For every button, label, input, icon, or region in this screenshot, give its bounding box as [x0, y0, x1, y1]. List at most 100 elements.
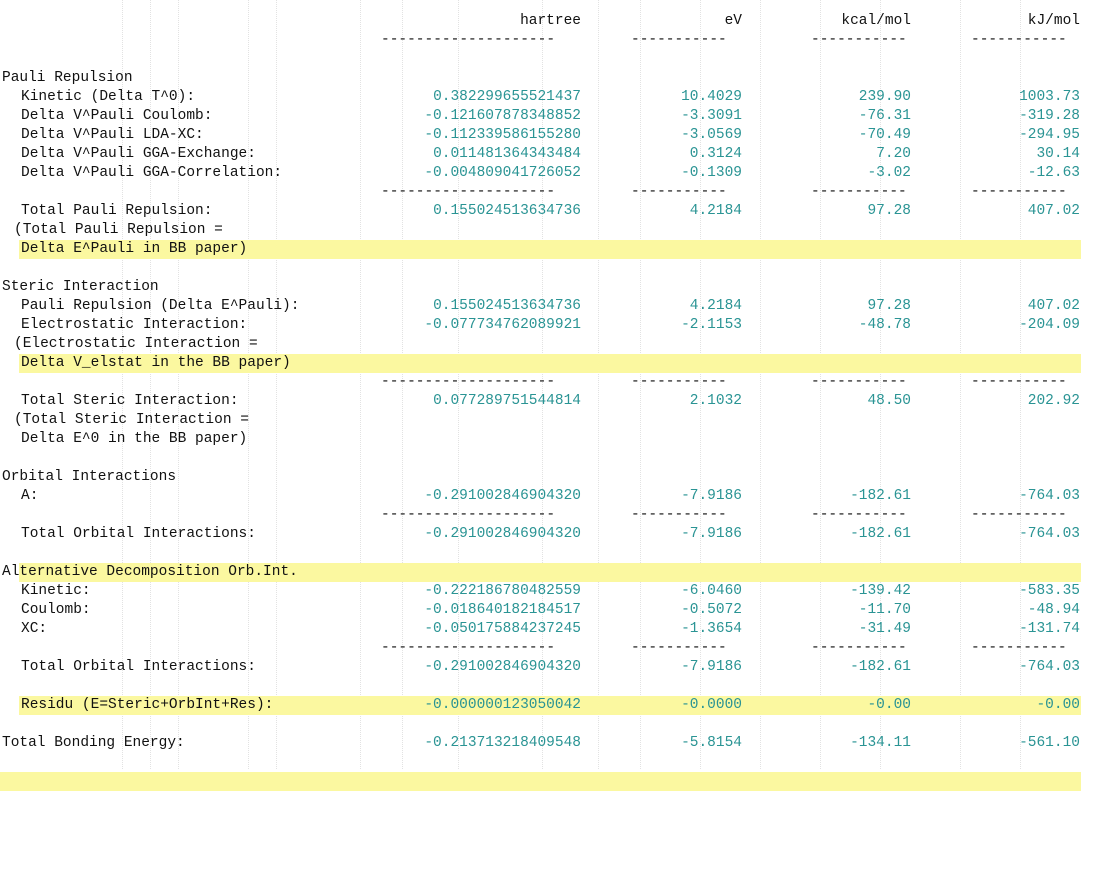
value-ev: -5.8154	[681, 735, 742, 751]
value-ev: 10.4029	[681, 89, 742, 105]
row-label: Coulomb:	[21, 602, 91, 618]
alt-row: Kinetic: -0.222186780482559 -6.0460 -139…	[0, 582, 1099, 601]
separator-row: -------------------- ----------- -------…	[381, 507, 1067, 523]
value-kj: -583.35	[1019, 583, 1080, 599]
value-kj: 1003.73	[1019, 89, 1080, 105]
value-hartree: -0.291002846904320	[424, 659, 581, 675]
row-label: Total Orbital Interactions:	[21, 526, 256, 542]
value-hartree: -0.112339586155280	[424, 127, 581, 143]
units-header-row: hartree eV kcal/mol kJ/mol	[0, 12, 1099, 31]
value-ev: 4.2184	[689, 298, 742, 314]
separator-row: -------------------- ----------- -------…	[381, 374, 1067, 390]
header-separator: -------------------- ----------- -------…	[0, 31, 1099, 50]
note-row: Delta V_elstat in the BB paper)	[21, 355, 291, 371]
value-hartree: -0.222186780482559	[424, 583, 581, 599]
value-ev: -0.5072	[681, 602, 742, 618]
value-ev: -2.1153	[681, 317, 742, 333]
value-kj: -319.28	[1019, 108, 1080, 124]
value-ev: -7.9186	[681, 526, 742, 542]
value-kcal: -182.61	[850, 659, 911, 675]
row-label: Delta V^Pauli GGA-Correlation:	[21, 165, 283, 181]
pauli-row: Delta V^Pauli LDA-XC: -0.112339586155280…	[0, 126, 1099, 145]
value-ev: -6.0460	[681, 583, 742, 599]
note-row: (Total Steric Interaction =	[14, 412, 249, 428]
row-label: Delta V^Pauli Coulomb:	[21, 108, 213, 124]
alt-row: XC: -0.050175884237245 -1.3654 -31.49 -1…	[0, 620, 1099, 639]
row-label: Total Steric Interaction:	[21, 393, 239, 409]
orbital-a-row: A: -0.291002846904320 -7.9186 -182.61 -7…	[0, 487, 1099, 506]
value-kcal: -139.42	[850, 583, 911, 599]
dash-kcal: -----------	[811, 32, 907, 48]
pauli-row: Delta V^Pauli Coulomb: -0.12160787834885…	[0, 107, 1099, 126]
value-hartree: 0.382299655521437	[433, 89, 581, 105]
value-hartree: -0.000000123050042	[424, 697, 581, 713]
value-hartree: -0.213713218409548	[424, 735, 581, 751]
row-label: Total Bonding Energy:	[2, 735, 185, 751]
pauli-row: Delta V^Pauli GGA-Correlation: -0.004809…	[0, 164, 1099, 183]
value-kj: 407.02	[1027, 298, 1080, 314]
header-kcal: kcal/mol	[841, 13, 911, 29]
value-kj: -48.94	[1027, 602, 1080, 618]
row-label: Delta V^Pauli LDA-XC:	[21, 127, 204, 143]
value-kcal: 97.28	[867, 203, 911, 219]
value-kj: -764.03	[1019, 659, 1080, 675]
value-ev: -7.9186	[681, 659, 742, 675]
alt-row: Coulomb: -0.018640182184517 -0.5072 -11.…	[0, 601, 1099, 620]
value-kj: 202.92	[1027, 393, 1080, 409]
value-ev: -3.3091	[681, 108, 742, 124]
header-hartree: hartree	[520, 13, 581, 29]
value-kj: 30.14	[1036, 146, 1080, 162]
section-title-orbital: Orbital Interactions	[2, 469, 177, 485]
total-bonding-energy-row: Total Bonding Energy: -0.213713218409548…	[0, 734, 1099, 791]
dash-hartree: --------------------	[381, 32, 556, 48]
note-row: (Electrostatic Interaction =	[14, 336, 258, 352]
value-kcal: 239.90	[858, 89, 911, 105]
pauli-row: Delta V^Pauli GGA-Exchange: 0.0114813643…	[0, 145, 1099, 164]
highlight-bar	[0, 772, 1081, 791]
value-hartree: -0.121607878348852	[424, 108, 581, 124]
value-kj: -12.63	[1027, 165, 1080, 181]
value-kj: -764.03	[1019, 526, 1080, 542]
value-kj: -561.10	[1019, 735, 1080, 751]
residu-row: Residu (E=Steric+OrbInt+Res): -0.0000001…	[0, 696, 1099, 715]
header-ev: eV	[724, 13, 742, 29]
dash-ev: -----------	[631, 32, 727, 48]
value-kcal: -0.00	[867, 697, 911, 713]
total-pauli-row: Total Pauli Repulsion: 0.155024513634736…	[0, 202, 1099, 259]
value-kj: -131.74	[1019, 621, 1080, 637]
value-hartree: 0.011481364343484	[433, 146, 581, 162]
note-row: Delta E^0 in the BB paper)	[21, 431, 248, 447]
value-kcal: -31.49	[858, 621, 911, 637]
value-hartree: -0.291002846904320	[424, 526, 581, 542]
total-orbital-row: Total Orbital Interactions: -0.291002846…	[0, 525, 1099, 582]
value-kcal: -182.61	[850, 526, 911, 542]
pauli-row: Kinetic (Delta T^0): 0.382299655521437 1…	[0, 88, 1099, 107]
row-label: Pauli Repulsion (Delta E^Pauli):	[21, 298, 300, 314]
row-label: Kinetic (Delta T^0):	[21, 89, 196, 105]
section-title-pauli: Pauli Repulsion	[2, 70, 133, 86]
electrostatic-row: Electrostatic Interaction: -0.0777347620…	[0, 316, 1099, 373]
value-hartree: 0.155024513634736	[433, 298, 581, 314]
value-kj: -0.00	[1036, 697, 1080, 713]
value-kj: -294.95	[1019, 127, 1080, 143]
value-hartree: -0.050175884237245	[424, 621, 581, 637]
row-label: Electrostatic Interaction:	[21, 317, 248, 333]
note-row: Delta E^Pauli in BB paper)	[21, 241, 248, 257]
section-title-alt: Alternative Decomposition Orb.Int.	[2, 564, 298, 580]
value-ev: 0.3124	[689, 146, 742, 162]
value-kcal: -70.49	[858, 127, 911, 143]
value-hartree: -0.004809041726052	[424, 165, 581, 181]
value-ev: -0.1309	[681, 165, 742, 181]
value-hartree: 0.155024513634736	[433, 203, 581, 219]
note-row: (Total Pauli Repulsion =	[14, 222, 223, 238]
row-label: Delta V^Pauli GGA-Exchange:	[21, 146, 256, 162]
row-label: XC:	[21, 621, 48, 637]
value-kcal: 48.50	[867, 393, 911, 409]
value-kcal: -76.31	[858, 108, 911, 124]
row-label: Total Orbital Interactions:	[21, 659, 256, 675]
value-kcal: -48.78	[858, 317, 911, 333]
section-title-steric: Steric Interaction	[2, 279, 159, 295]
value-hartree: -0.077734762089921	[424, 317, 581, 333]
row-label: A:	[21, 488, 39, 504]
separator-row: -------------------- ----------- -------…	[381, 184, 1067, 200]
